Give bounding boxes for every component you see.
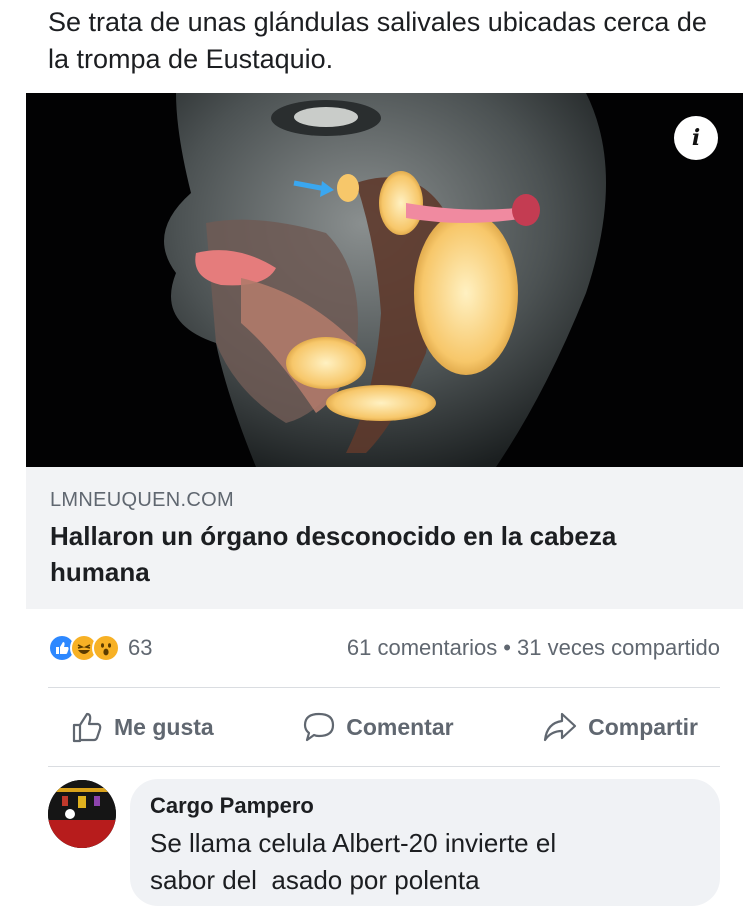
comment-bubble: Cargo Pampero Se llama celula Albert-20 … <box>130 779 720 906</box>
like-button-label: Me gusta <box>114 713 214 740</box>
stats-separator: • <box>503 635 511 660</box>
link-title[interactable]: Hallaron un órgano desconocido en la cab… <box>50 518 719 590</box>
divider-bottom <box>48 766 720 767</box>
reactions-summary[interactable]: 63 <box>48 634 152 662</box>
cargo-pampero-avatar-image <box>48 780 116 848</box>
divider-top <box>48 687 720 688</box>
reaction-count: 63 <box>128 635 153 660</box>
share-button-label: Compartir <box>588 713 698 740</box>
action-bar: Me gusta Comentar Compartir <box>48 695 720 759</box>
link-preview-image[interactable]: i <box>26 93 743 467</box>
share-arrow-icon <box>543 712 577 742</box>
info-icon-glyph: i <box>691 125 701 151</box>
comment-author[interactable]: Cargo Pampero <box>150 793 700 819</box>
wow-icon <box>92 634 120 662</box>
post-counts: 61 comentarios • 31 veces compartido <box>347 635 720 661</box>
like-button[interactable]: Me gusta <box>48 710 236 744</box>
thumbs-up-icon <box>72 712 102 743</box>
comment-button[interactable]: Comentar <box>280 710 475 744</box>
post-stats: 63 61 comentarios • 31 veces compartido <box>48 630 720 666</box>
post-text: Se trata de unas glándulas salivales ubi… <box>48 7 707 74</box>
link-preview-meta[interactable]: LMNEUQUEN.COM Hallaron un órgano descono… <box>26 467 743 609</box>
comment-button-label: Comentar <box>346 713 454 740</box>
share-button[interactable]: Compartir <box>520 710 720 744</box>
comment-icon <box>304 712 335 742</box>
head-anatomy-illustration <box>164 93 606 467</box>
comment-text: Se llama celula Albert-20 invierte el sa… <box>150 828 557 895</box>
avatar[interactable] <box>48 780 116 848</box>
info-icon[interactable]: i <box>674 116 718 160</box>
shares-count[interactable]: 31 veces compartido <box>517 635 720 661</box>
comments-count[interactable]: 61 comentarios <box>347 635 497 661</box>
link-domain: LMNEUQUEN.COM <box>50 489 234 511</box>
